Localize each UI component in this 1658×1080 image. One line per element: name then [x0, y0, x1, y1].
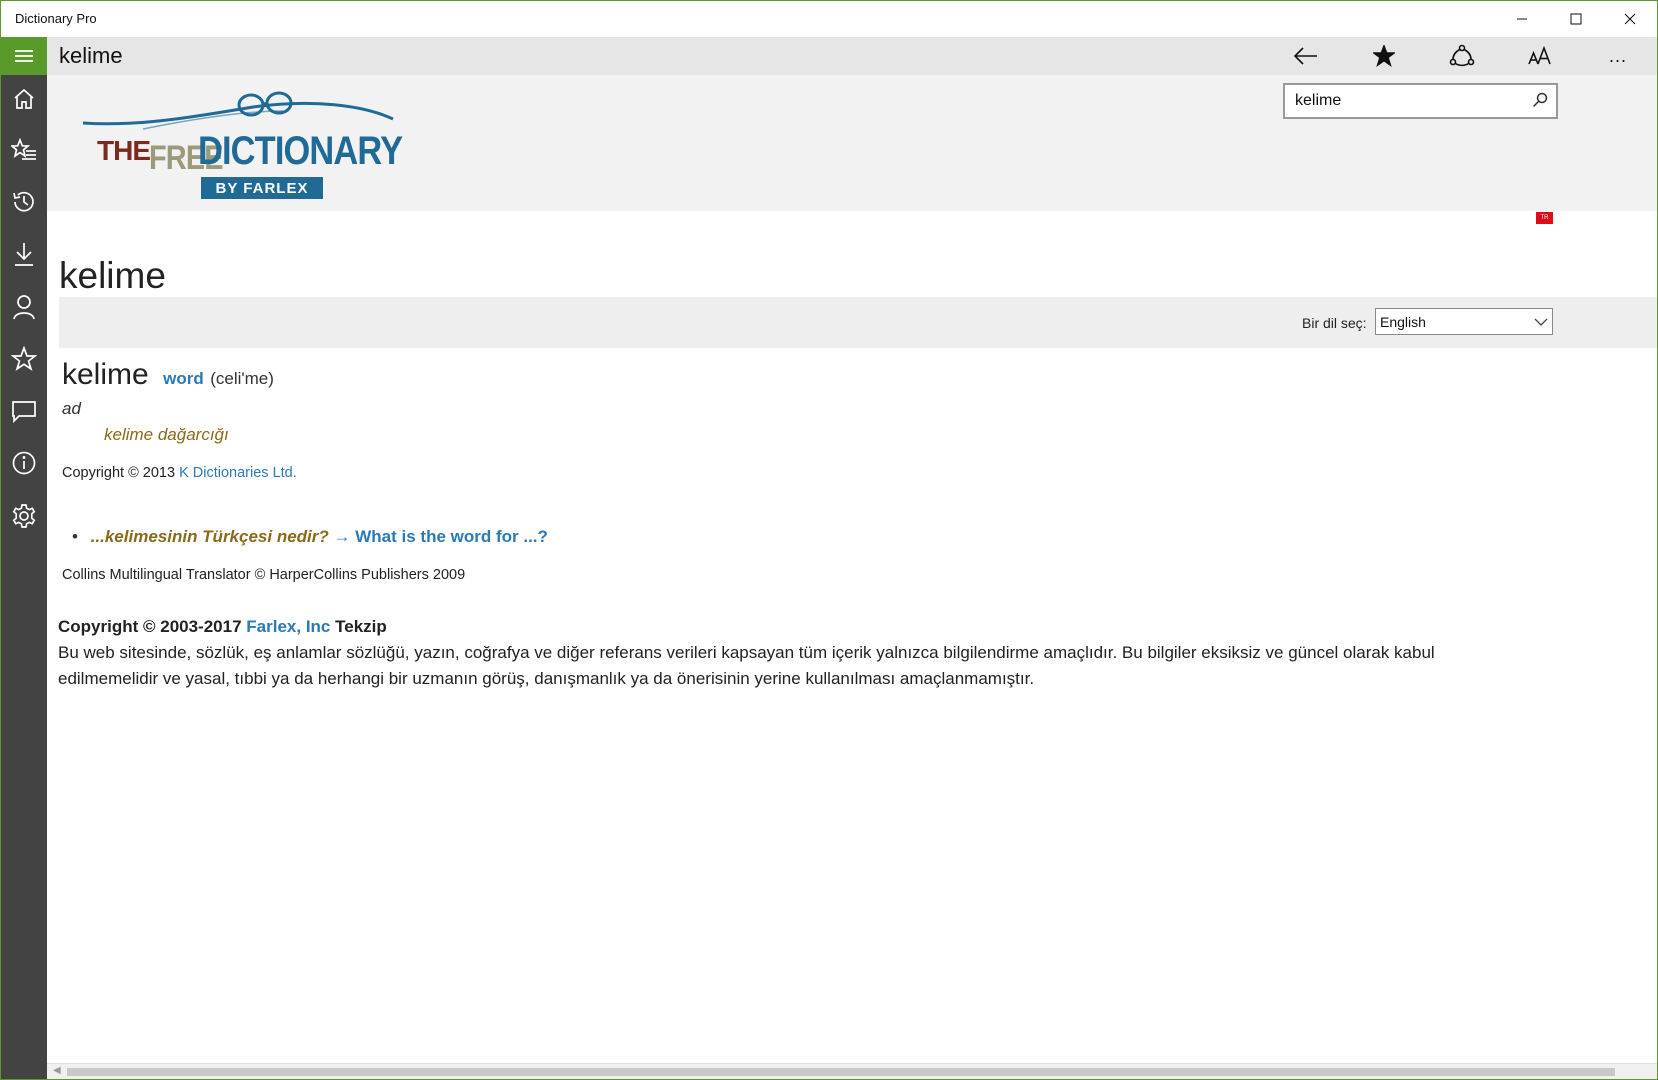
footer-copyright-line: Copyright © 2003-2017 Farlex, Inc Tekzip — [58, 614, 1508, 640]
nav-about[interactable] — [1, 437, 47, 489]
word-title: kelime — [59, 255, 166, 296]
download-icon — [15, 243, 33, 266]
nav-favorites-list[interactable] — [1, 123, 47, 177]
turkish-flag-icon[interactable]: TR — [1536, 212, 1553, 224]
entry-headword: kelime — [62, 358, 149, 391]
flag-label: TR — [1540, 215, 1549, 221]
scrollbar-thumb[interactable] — [67, 1068, 1615, 1076]
chevron-down-icon — [1534, 318, 1548, 326]
nav-home[interactable] — [1, 75, 47, 123]
logo-text-the: THE — [97, 135, 151, 166]
nav-rail — [1, 37, 47, 1079]
font-size-button[interactable] — [1501, 37, 1579, 75]
logo-text-by-farlex: BY FARLEX — [201, 177, 323, 199]
logo-text-dictionary: DICTIONARY — [198, 129, 403, 173]
collins-copyright: Collins Multilingual Translator © Harper… — [62, 567, 466, 583]
hamburger-menu-button[interactable] — [1, 37, 47, 75]
app-header: kelime ... — [47, 37, 1657, 75]
kdictionaries-copyright: Copyright © 2013 K Dictionaries Ltd. — [62, 465, 297, 481]
maximize-icon — [1570, 13, 1582, 25]
footer-disclaimer: Bu web sitesinde, sözlük, eş anlamlar sö… — [58, 643, 1435, 688]
more-options-icon: ... — [1608, 45, 1627, 66]
back-button[interactable] — [1267, 37, 1345, 75]
scroll-left-icon[interactable]: ◀ — [53, 1065, 61, 1076]
nav-downloads[interactable] — [1, 227, 47, 281]
kdictionaries-link[interactable]: K Dictionaries Ltd. — [179, 465, 297, 481]
info-icon — [12, 451, 36, 475]
search-icon — [1532, 92, 1548, 108]
minimize-icon — [1517, 18, 1527, 20]
search-input[interactable] — [1285, 85, 1525, 117]
star-icon — [11, 346, 37, 372]
nav-feedback[interactable] — [1, 385, 47, 437]
history-icon — [13, 191, 34, 212]
copyright-prefix: Copyright © 2013 — [62, 465, 176, 481]
feedback-icon — [12, 401, 36, 423]
nav-starred[interactable] — [1, 333, 47, 385]
nav-profile[interactable] — [1, 281, 47, 333]
language-selected-value: English — [1380, 314, 1426, 330]
dictionary-banner: THE FREE DICTIONARY BY FARLEX — [47, 75, 1657, 211]
search-button[interactable] — [1532, 92, 1550, 110]
profile-icon — [13, 295, 35, 320]
entry-header: kelime word (celi'me) — [62, 358, 274, 392]
usage-example: kelime dağarcığı — [104, 425, 229, 444]
bullet-answer-link[interactable]: → What is the word for ...? — [334, 527, 548, 546]
home-icon — [14, 88, 34, 109]
maximize-button[interactable] — [1549, 1, 1603, 37]
content-area: THE FREE DICTIONARY BY FARLEX TR kelime … — [47, 75, 1657, 1063]
hamburger-icon — [15, 50, 33, 62]
header-actions: ... — [1267, 37, 1657, 75]
list-item: • ...kelimesinin Türkçesi nedir? → What … — [72, 527, 548, 547]
entry-pronunciation: (celi'me) — [210, 369, 274, 388]
footer: Copyright © 2003-2017 Farlex, Inc Tekzip… — [58, 614, 1508, 692]
tekzip-link[interactable]: Tekzip — [335, 617, 387, 636]
more-options-button[interactable]: ... — [1579, 37, 1657, 75]
nav-settings[interactable] — [1, 489, 47, 543]
title-bar: Dictionary Pro — [1, 1, 1657, 37]
close-icon — [1624, 13, 1636, 25]
share-button[interactable] — [1423, 37, 1501, 75]
bullet-question-link[interactable]: ...kelimesinin Türkçesi nedir? — [91, 527, 329, 546]
minimize-button[interactable] — [1495, 1, 1549, 37]
window-title: Dictionary Pro — [15, 11, 97, 26]
nav-history[interactable] — [1, 177, 47, 227]
entry-translation-link[interactable]: word — [163, 369, 204, 388]
farlex-link[interactable]: Farlex, Inc — [246, 617, 330, 636]
font-size-icon — [1528, 46, 1551, 65]
share-icon — [1449, 44, 1475, 67]
settings-icon — [12, 504, 36, 528]
language-label: Bir dil seç: — [1302, 315, 1367, 331]
back-arrow-icon — [1293, 47, 1317, 65]
footer-copyright: Copyright © 2003-2017 — [58, 617, 242, 636]
language-bar: Bir dil seç: English — [59, 297, 1657, 348]
horizontal-scrollbar[interactable]: ◀ — [47, 1063, 1657, 1079]
window-controls — [1495, 1, 1657, 37]
language-select[interactable]: English — [1375, 308, 1553, 335]
favorites-list-icon — [11, 138, 36, 160]
star-filled-icon — [1373, 45, 1395, 67]
thefreedictionary-logo[interactable]: THE FREE DICTIONARY BY FARLEX — [83, 89, 423, 201]
close-button[interactable] — [1603, 1, 1657, 37]
bullet: • — [72, 527, 78, 546]
part-of-speech: ad — [62, 399, 81, 418]
favorite-button[interactable] — [1345, 37, 1423, 75]
search-box — [1283, 83, 1558, 119]
page-heading: kelime — [59, 43, 123, 68]
app-window: Dictionary Pro kelime ... THE FREE DICTI… — [0, 0, 1658, 1080]
